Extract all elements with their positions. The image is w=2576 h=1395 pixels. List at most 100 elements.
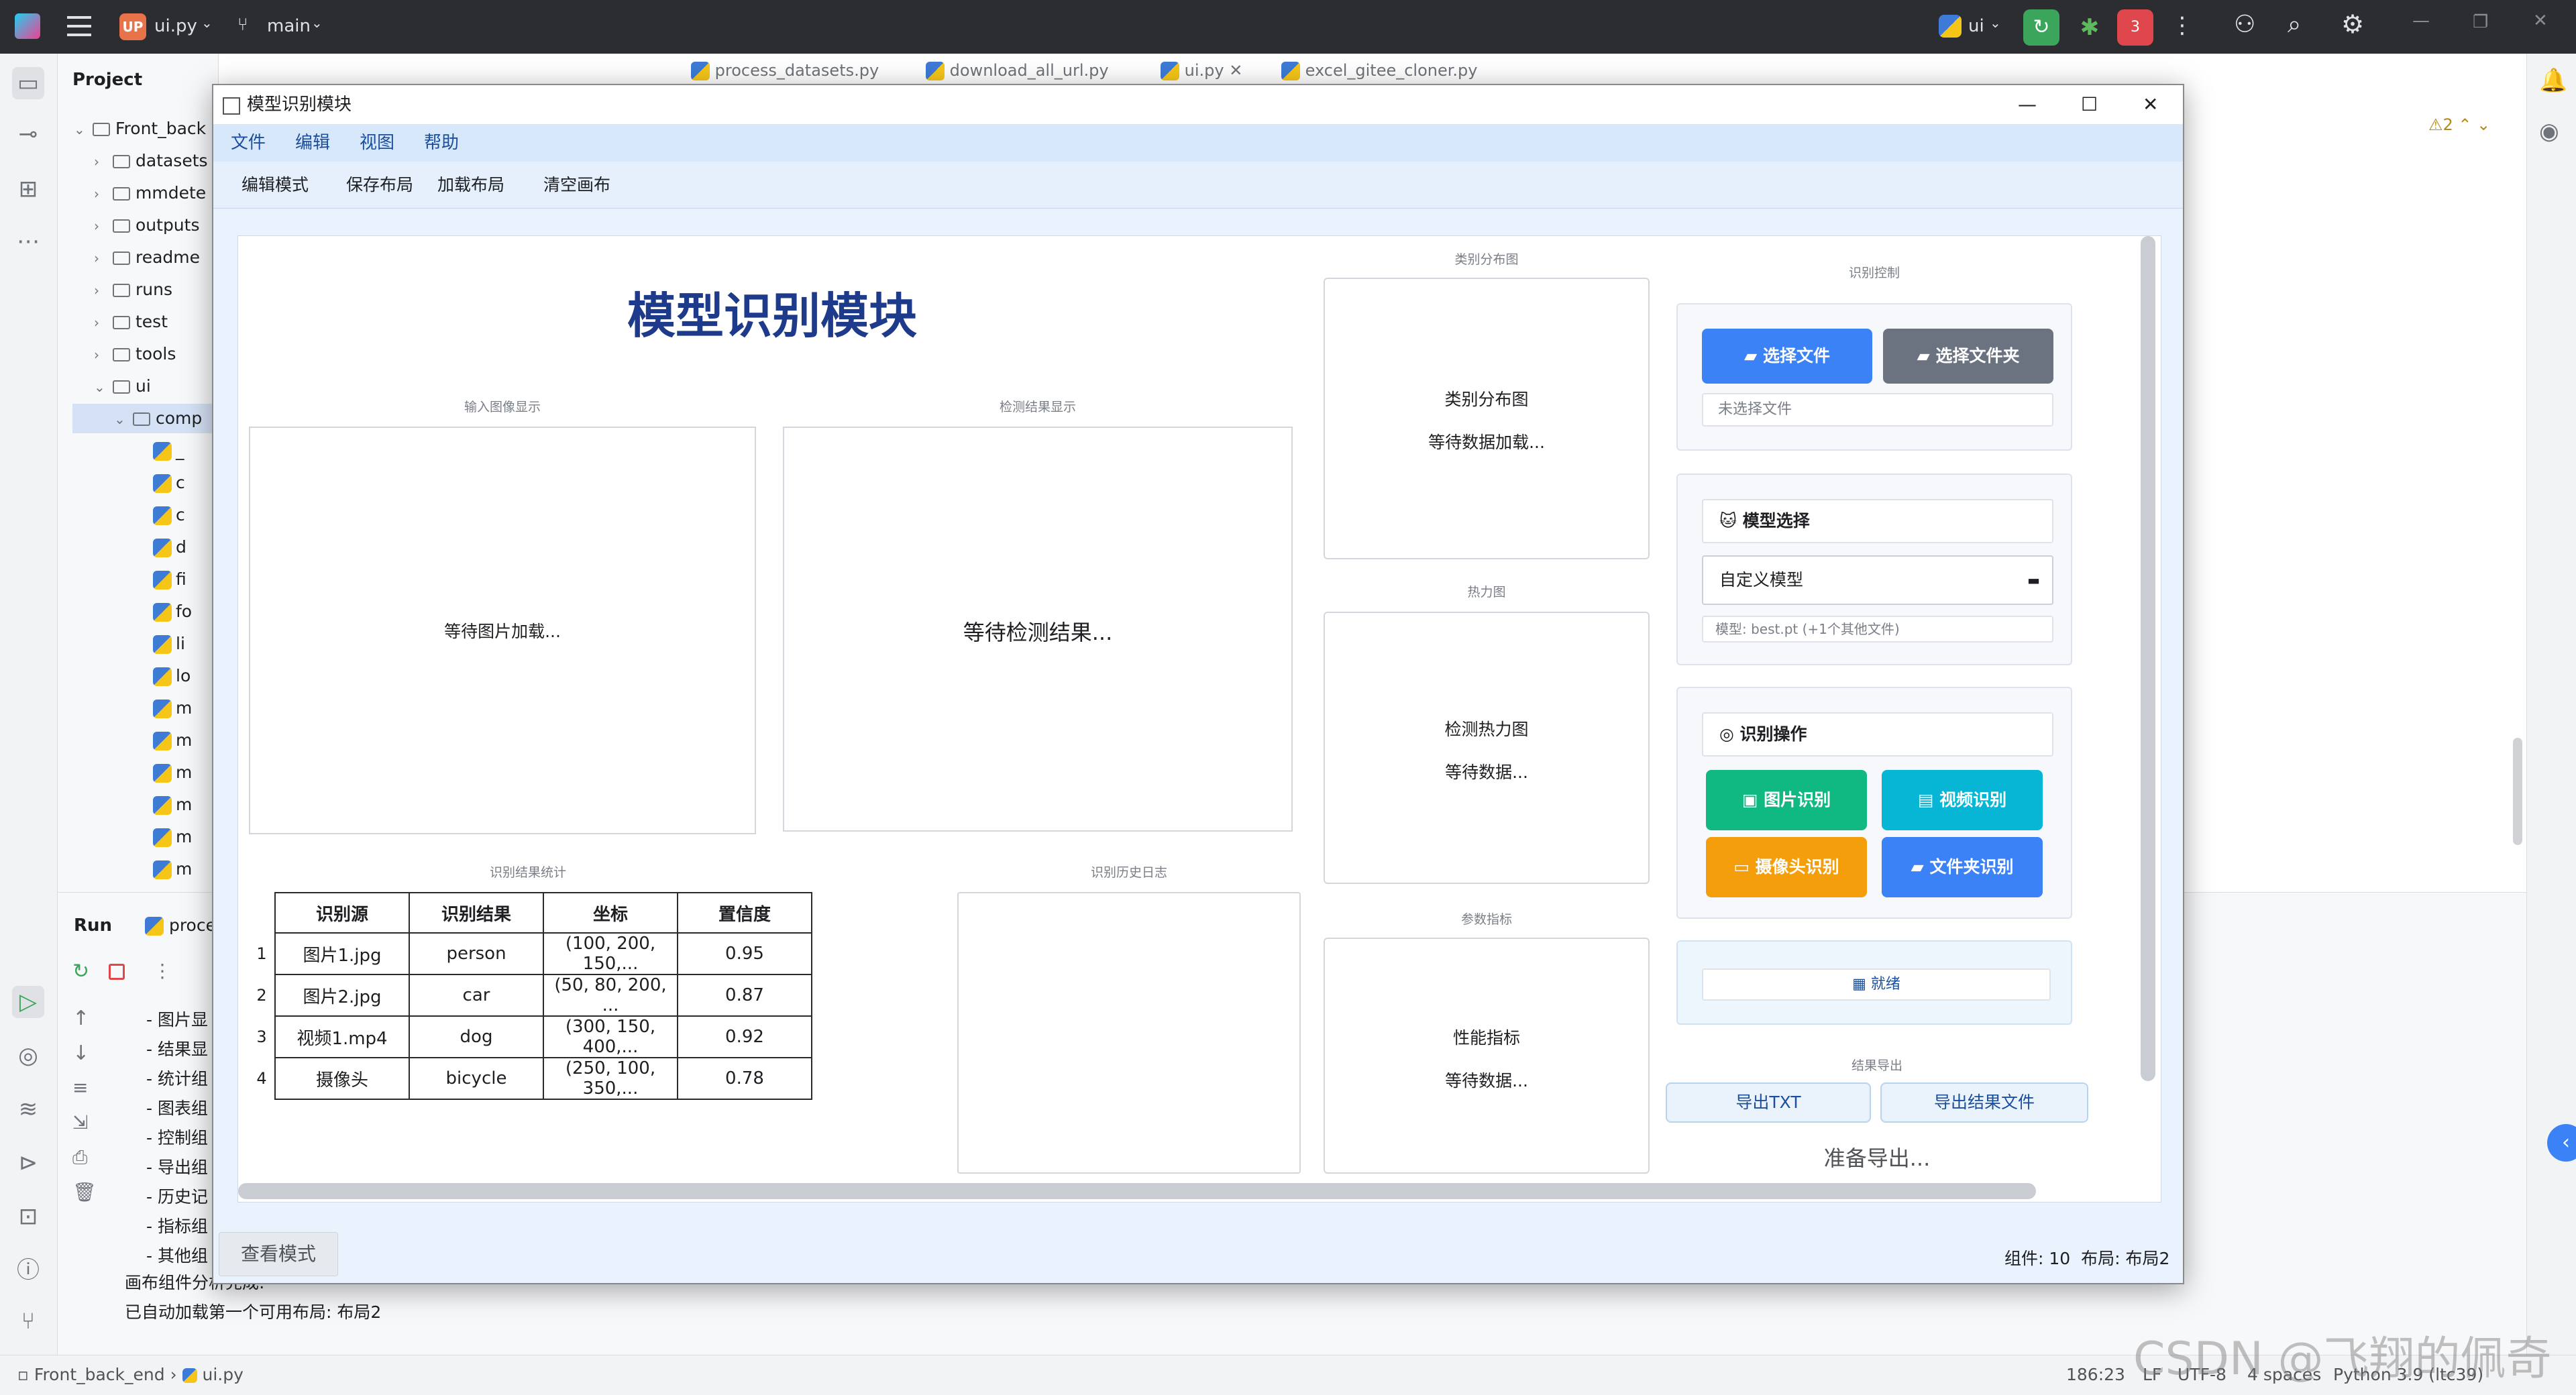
project-badge[interactable]: UP [119,13,146,40]
image-recognition-button[interactable]: ▣ 图片识别 [1706,770,1867,830]
menu-edit[interactable]: 编辑 [295,124,330,162]
tree-item[interactable]: fi [134,565,186,594]
editor-scrollbar[interactable] [2513,738,2522,845]
minimize-icon[interactable]: — [2018,85,2037,124]
save-layout-button[interactable]: 保存布局 [346,162,413,209]
folder-recognition-button[interactable]: ▰ 文件夹识别 [1882,837,2043,897]
tree-item[interactable]: fo [134,597,192,626]
canvas-horizontal-scrollbar[interactable] [238,1183,2036,1199]
project-label[interactable]: Project [72,70,142,90]
collapse-chevron-icon[interactable]: ‹ [2547,1124,2576,1162]
restore-icon[interactable]: ❐ [2473,12,2488,32]
tree-item[interactable]: m [134,790,192,820]
tree-item[interactable]: d [134,533,186,562]
minimize-icon[interactable]: — [2412,11,2430,31]
tree-item[interactable]: › mmdete [94,178,206,208]
tree-item[interactable]: m [134,822,192,852]
warning-count[interactable]: ⚠2 ⌃ ⌄ [2428,115,2490,134]
chevron-down-icon[interactable]: ⌄ [114,404,133,434]
tree-item[interactable]: lo [134,661,191,691]
layers-icon[interactable]: ≋ [12,1093,44,1125]
tree-item[interactable]: m [134,758,192,787]
more-icon[interactable]: ⋮ [153,960,172,982]
tree-item[interactable]: › tools [94,339,176,369]
python-console-icon[interactable]: ◎ [12,1040,44,1072]
problems-icon[interactable]: ⓘ [12,1254,44,1286]
search-icon[interactable]: ⌕ [2288,11,2301,39]
select-file-button[interactable]: ▰ 选择文件 [1702,329,1872,384]
main-menu-icon[interactable] [67,16,91,36]
camera-recognition-button[interactable]: ▭ 摄像头识别 [1706,837,1867,897]
down-arrow-icon[interactable]: ↓ [72,1042,89,1065]
commit-icon[interactable]: ⊸ [12,118,44,150]
col-coord-header[interactable]: 坐标 [543,892,678,934]
gear-icon[interactable]: ⚙ [2341,9,2364,39]
add-user-icon[interactable]: ⚇ [2234,11,2255,38]
tree-item[interactable]: c [134,468,185,498]
tree-item[interactable]: li [134,629,185,659]
tree-item[interactable]: ⌄ Front_back [74,114,206,144]
close-icon[interactable]: ✕ [2143,85,2158,124]
folder-icon[interactable]: ▭ [12,67,44,99]
run-tab[interactable]: proce [145,915,216,936]
chevron-right-icon[interactable]: › [94,147,113,176]
print-icon[interactable]: ⎙ [72,1146,87,1169]
table-row[interactable]: 2 图片2.jpg car (50, 80, 200, ... 0.87 [249,974,812,1017]
chevron-down-icon[interactable]: ⌄ [74,115,93,144]
tree-item[interactable]: › readme [94,243,200,272]
col-conf-header[interactable]: 置信度 [677,892,812,934]
menu-view[interactable]: 视图 [360,124,394,162]
chevron-right-icon[interactable]: › [94,211,113,241]
edit-mode-button[interactable]: 编辑模式 [241,162,309,209]
services-icon[interactable]: ⊳ [12,1147,44,1179]
terminal-icon[interactable]: ⊡ [12,1201,44,1233]
ide-logo-icon[interactable] [15,13,40,39]
chevron-right-icon[interactable]: › [94,276,113,305]
chevron-right-icon[interactable]: › [94,340,113,370]
video-recognition-button[interactable]: ▤ 视频识别 [1882,770,2043,830]
menu-help[interactable]: 帮助 [424,124,459,162]
debug-icon[interactable]: ✱ [2074,12,2105,43]
up-arrow-icon[interactable]: ↑ [72,1007,89,1030]
export-file-button[interactable]: 导出结果文件 [1880,1082,2088,1123]
caret-position[interactable]: 186:23 [2066,1365,2125,1384]
breadcrumb[interactable]: ▫ Front_back_end › ui.py [17,1365,244,1384]
chevron-right-icon[interactable]: › [94,179,113,209]
current-file-name[interactable]: ui.py [154,16,197,36]
select-folder-button[interactable]: ▰ 选择文件夹 [1883,329,2053,384]
chevron-down-icon[interactable]: ⌄ [94,372,113,402]
tree-item[interactable]: › outputs [94,211,199,240]
wrap-icon[interactable]: ≡ [72,1076,88,1099]
clear-canvas-button[interactable]: 清空画布 [543,162,610,209]
tree-item[interactable]: c [134,500,185,530]
canvas-vertical-scrollbar[interactable] [2141,236,2155,1081]
model-dropdown[interactable]: 自定义模型 ▬ [1702,555,2053,605]
structure-icon[interactable]: ⊞ [12,173,44,205]
tree-item[interactable]: ⌄ ui [94,372,151,401]
run-icon[interactable]: ▷ [12,986,44,1018]
view-mode-button[interactable]: 查看模式 [219,1232,338,1276]
table-row[interactable]: 1 图片1.jpg person (100, 200, 150,... 0.95 [249,932,812,975]
git-icon[interactable]: ⑂ [12,1305,44,1337]
trash-icon[interactable]: 🗑 [72,1181,97,1203]
tree-item[interactable]: m [134,854,192,884]
tree-item[interactable]: m [134,726,192,755]
more-actions-icon[interactable]: ⋮ [2171,12,2194,39]
editor-tab-1[interactable]: download_all_url.py [926,54,1109,87]
close-icon[interactable]: ✕ [2533,11,2548,31]
rerun-button[interactable]: ↻ [2023,9,2059,46]
stop-icon[interactable] [109,964,125,980]
col-result-header[interactable]: 识别结果 [409,892,544,934]
notifications-icon[interactable]: 🔔 [2539,67,2567,94]
more-icon[interactable]: ⋯ [12,225,44,258]
ai-assistant-icon[interactable]: ◉ [2539,118,2559,145]
editor-tab-0[interactable]: process_datasets.py [691,54,879,87]
table-row[interactable]: 4 摄像头 bicycle (250, 100, 350,... 0.78 [249,1057,812,1100]
export-txt-button[interactable]: 导出TXT [1666,1082,1871,1123]
branch-name[interactable]: main [267,16,311,36]
scroll-end-icon[interactable]: ⇲ [72,1111,88,1133]
tree-item[interactable]: › test [94,307,168,337]
chevron-right-icon[interactable]: › [94,308,113,337]
maximize-icon[interactable]: ☐ [2081,85,2098,124]
load-layout-button[interactable]: 加载布局 [437,162,504,209]
